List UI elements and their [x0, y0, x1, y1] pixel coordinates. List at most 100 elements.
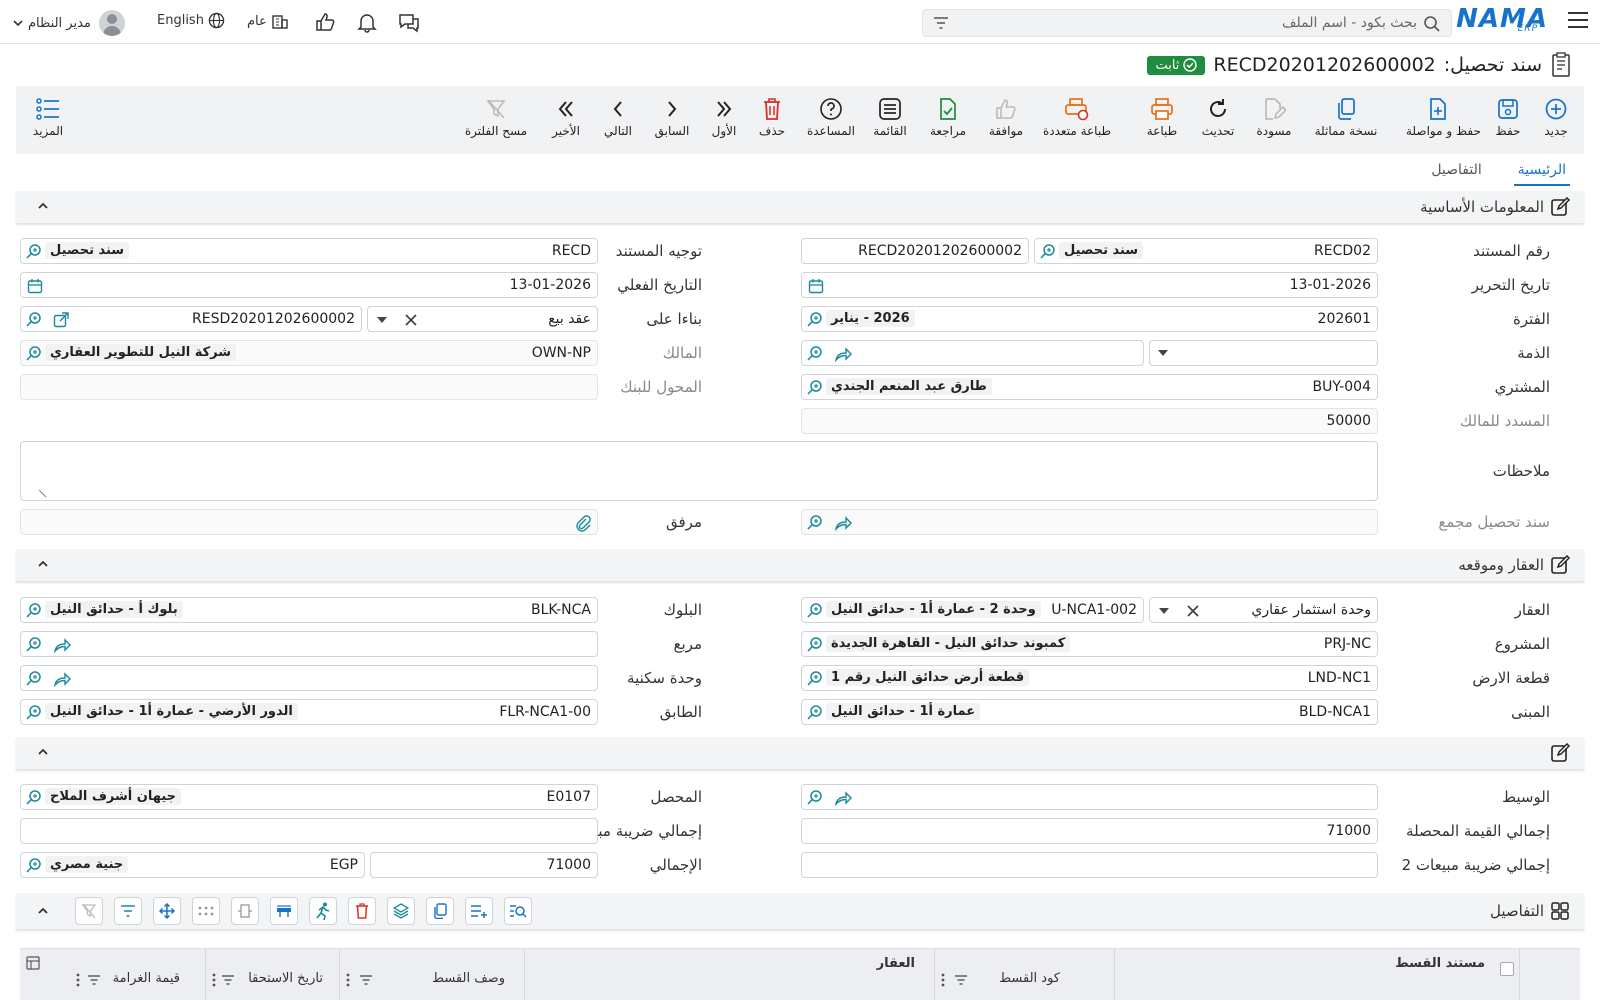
- table-layout-button[interactable]: [270, 897, 298, 925]
- thumbs-up-icon[interactable]: [314, 11, 336, 33]
- doc-direction-field[interactable]: RECD سند تحصيل: [20, 238, 598, 264]
- language-switch[interactable]: English: [157, 12, 225, 29]
- lookup-icon[interactable]: [806, 602, 824, 620]
- issue-date-field[interactable]: 13-01-2026: [801, 272, 1378, 298]
- last-button[interactable]: الأخير: [534, 96, 598, 138]
- column-filter-icon[interactable]: [359, 974, 373, 986]
- share-arrow-icon[interactable]: [834, 346, 852, 362]
- fit-columns-button[interactable]: [231, 897, 259, 925]
- sales-tax2-field[interactable]: [801, 852, 1378, 878]
- column-menu-icon[interactable]: [212, 973, 216, 987]
- tab-details[interactable]: التفاصيل: [1427, 160, 1485, 186]
- global-search[interactable]: [922, 9, 1452, 37]
- based-on-field[interactable]: RESD20201202600002: [20, 306, 362, 332]
- lookup-icon[interactable]: [25, 602, 43, 620]
- column-menu-icon[interactable]: [346, 973, 350, 987]
- lookup-icon[interactable]: [25, 243, 43, 261]
- search-input[interactable]: [977, 14, 1417, 32]
- collector-field[interactable]: E0107 جيهان أشرف الملاح: [20, 784, 598, 810]
- menu-icon[interactable]: [1568, 12, 1588, 28]
- add-row-button[interactable]: [465, 897, 493, 925]
- filter-icon[interactable]: [933, 16, 949, 30]
- tab-main[interactable]: الرئيسية: [1513, 160, 1570, 186]
- total-collected-field[interactable]: 71000: [801, 818, 1378, 844]
- attachment-field[interactable]: [20, 509, 598, 535]
- approve-button[interactable]: موافقة: [974, 96, 1038, 138]
- copy-row-button[interactable]: [426, 897, 454, 925]
- clear-grid-filter-button[interactable]: [75, 897, 103, 925]
- lookup-icon[interactable]: [25, 704, 43, 722]
- lookup-icon[interactable]: [806, 379, 824, 397]
- help-button[interactable]: المساعدة: [799, 96, 863, 138]
- chevron-up-icon[interactable]: [36, 557, 50, 571]
- broker-field[interactable]: [801, 784, 1378, 810]
- notes-textarea[interactable]: [20, 441, 1378, 501]
- lookup-icon[interactable]: [1039, 243, 1057, 261]
- col-fine-value[interactable]: قيمة الغرامة: [113, 971, 180, 986]
- share-arrow-icon[interactable]: [53, 637, 71, 653]
- run-button[interactable]: [309, 897, 337, 925]
- search-rows-button[interactable]: [504, 897, 532, 925]
- save-continue-button[interactable]: حفظ و مواصلة: [1406, 96, 1481, 138]
- refresh-button[interactable]: تحديث: [1186, 96, 1250, 138]
- col-installment-doc[interactable]: مستند القسط: [1395, 956, 1485, 971]
- square-field[interactable]: [20, 631, 598, 657]
- clear-filter-button[interactable]: مسح الفلترة: [456, 96, 536, 138]
- more-button[interactable]: المزيد: [16, 96, 80, 138]
- table-settings-icon[interactable]: [26, 956, 40, 970]
- lookup-icon[interactable]: [25, 670, 43, 688]
- period-field[interactable]: 202601 2026 - يناير: [801, 306, 1378, 332]
- col-property[interactable]: العقار: [877, 956, 915, 971]
- external-link-icon[interactable]: [53, 312, 69, 328]
- lookup-icon[interactable]: [25, 636, 43, 654]
- draft-button[interactable]: مسودة: [1242, 96, 1306, 138]
- calendar-icon[interactable]: [27, 278, 43, 294]
- dots-grid-button[interactable]: [192, 897, 220, 925]
- close-icon[interactable]: [1186, 604, 1200, 618]
- duplicate-button[interactable]: نسخة مماثلة: [1314, 96, 1378, 138]
- select-all-checkbox[interactable]: [1500, 962, 1514, 976]
- sales-tax1-field[interactable]: [20, 818, 598, 844]
- layers-button[interactable]: [387, 897, 415, 925]
- liability-type-select[interactable]: [1149, 340, 1378, 366]
- col-installment-desc[interactable]: وصف القسط: [432, 971, 505, 986]
- save-button[interactable]: حفظ: [1476, 96, 1540, 138]
- chevron-up-icon[interactable]: [36, 199, 50, 213]
- user-menu[interactable]: مدير النظام: [12, 10, 125, 36]
- based-on-type-select[interactable]: عقد بيع: [367, 306, 598, 332]
- basic-info-section-header[interactable]: المعلومات الأساسية: [16, 191, 1584, 223]
- property-section-header[interactable]: العقار وموقعه: [16, 549, 1584, 581]
- company-switch[interactable]: عام: [247, 12, 289, 30]
- lookup-icon[interactable]: [25, 345, 43, 363]
- review-button[interactable]: مراجعة: [916, 96, 980, 138]
- lookup-icon[interactable]: [806, 514, 824, 532]
- residential-unit-field[interactable]: [20, 665, 598, 691]
- grid-filter-button[interactable]: [114, 897, 142, 925]
- total-field[interactable]: 71000: [370, 852, 598, 878]
- paperclip-icon[interactable]: [575, 514, 591, 532]
- floor-field[interactable]: FLR-NCA1-00 الدور الأرضي - عمارة أ1 - حد…: [20, 699, 598, 725]
- lookup-icon[interactable]: [806, 670, 824, 688]
- brand-logo[interactable]: NAMA ERP: [1456, 4, 1548, 34]
- lookup-icon[interactable]: [25, 857, 43, 875]
- chevron-up-icon[interactable]: [36, 745, 50, 759]
- doc-number-field[interactable]: RECD20201202600002: [801, 238, 1029, 264]
- calendar-icon[interactable]: [808, 278, 824, 294]
- resize-handle-icon[interactable]: [39, 490, 47, 498]
- bell-icon[interactable]: [356, 11, 378, 33]
- lookup-icon[interactable]: [25, 311, 43, 329]
- list-button[interactable]: القائمة: [858, 96, 922, 138]
- print-button[interactable]: طباعة: [1130, 96, 1194, 138]
- property-type-select[interactable]: وحدة استثمار عقاري: [1149, 597, 1378, 623]
- actual-date-field[interactable]: 13-01-2026: [20, 272, 598, 298]
- project-field[interactable]: PRJ-NC كمبوند حدائق النيل - القاهرة الجد…: [801, 631, 1378, 657]
- share-arrow-icon[interactable]: [53, 671, 71, 687]
- delete-row-button[interactable]: [348, 897, 376, 925]
- lookup-icon[interactable]: [806, 636, 824, 654]
- buyer-field[interactable]: BUY-004 طارق عبد المنعم الجندي: [801, 374, 1378, 400]
- totals-section-header[interactable]: [16, 737, 1584, 769]
- chat-icon[interactable]: [397, 11, 421, 33]
- column-menu-icon[interactable]: [76, 973, 80, 987]
- close-icon[interactable]: [404, 313, 418, 327]
- multi-print-button[interactable]: طباعة متعددة: [1032, 96, 1122, 138]
